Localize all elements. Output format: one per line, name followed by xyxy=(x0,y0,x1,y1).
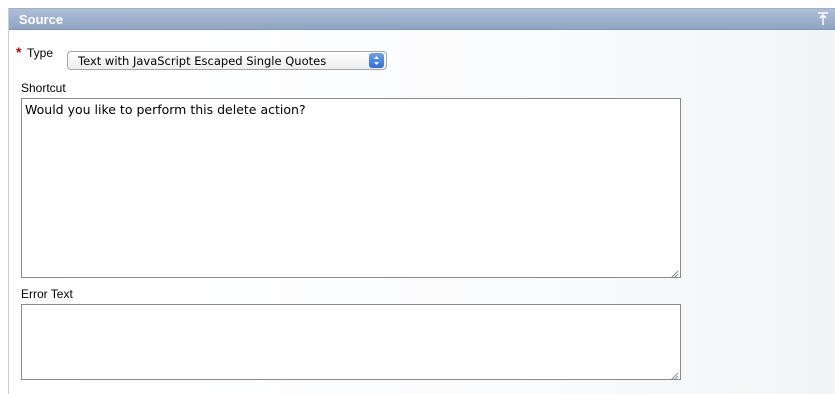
region-header: Source xyxy=(9,8,835,30)
required-marker: * xyxy=(16,44,22,60)
resize-grip-icon[interactable] xyxy=(669,266,679,279)
error-text-textarea[interactable] xyxy=(21,304,681,381)
type-select[interactable]: Text with JavaScript Escaped Single Quot… xyxy=(67,51,387,70)
region-title: Source xyxy=(19,12,64,27)
error-text-label: Error Text xyxy=(21,287,73,301)
shortcut-label: Shortcut xyxy=(21,81,66,95)
shortcut-textarea[interactable]: Would you like to perform this delete ac… xyxy=(21,98,681,279)
type-select-value: Text with JavaScript Escaped Single Quot… xyxy=(78,54,327,68)
collapse-up-icon[interactable] xyxy=(816,11,830,27)
type-label: Type xyxy=(27,46,54,60)
select-arrows-icon xyxy=(369,53,384,68)
shortcut-text: Would you like to perform this delete ac… xyxy=(25,102,306,117)
resize-grip-icon[interactable] xyxy=(669,368,679,381)
